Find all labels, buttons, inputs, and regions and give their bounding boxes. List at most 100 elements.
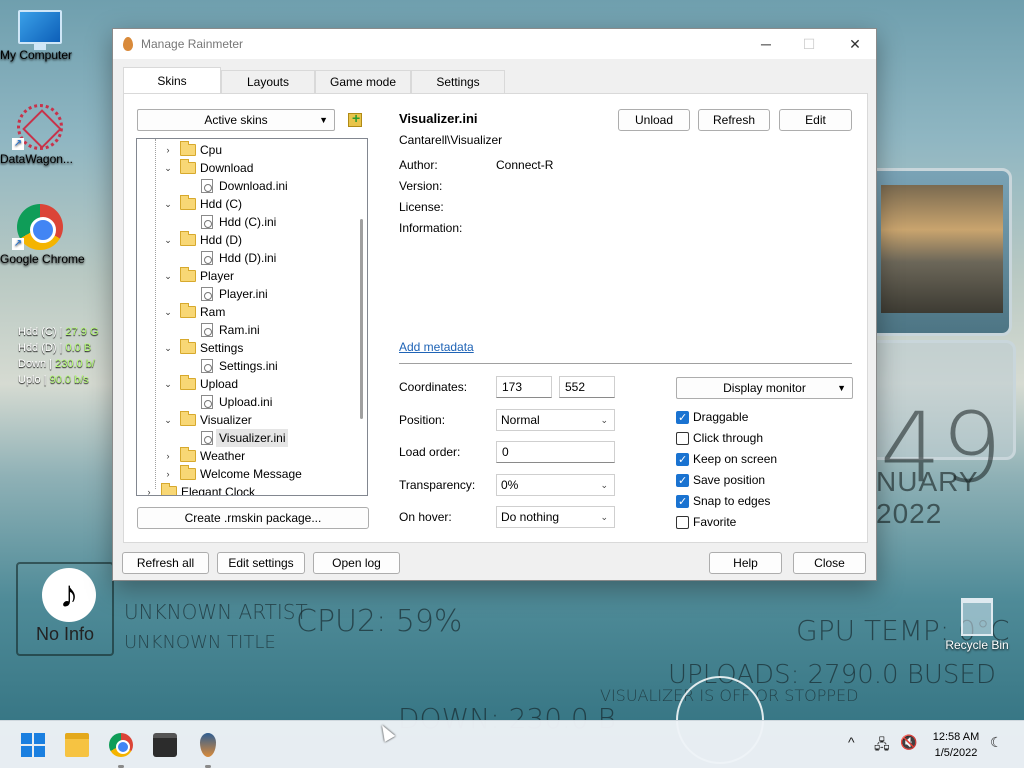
file-explorer-icon[interactable] — [65, 733, 89, 757]
chevron-down-icon[interactable]: ⌄ — [162, 375, 174, 393]
tree-folder[interactable]: › Elegant Clock — [137, 483, 355, 495]
network-icon[interactable]: 🖧 — [874, 734, 890, 758]
desktop-icon-datawagon[interactable]: ↗ DataWagon... — [0, 104, 80, 166]
start-icon[interactable] — [21, 733, 45, 757]
chevron-right-icon[interactable]: › — [162, 141, 174, 159]
tree-file[interactable]: Hdd (C).ini — [137, 213, 355, 231]
folder-icon — [180, 159, 196, 174]
close-window-button[interactable]: ✕ — [832, 29, 878, 59]
tree-folder[interactable]: › Welcome Message — [137, 465, 355, 483]
tree-folder[interactable]: ⌄ Visualizer — [137, 411, 355, 429]
checkbox-checked-icon[interactable] — [676, 494, 689, 510]
add-metadata-link[interactable]: Add metadata — [399, 340, 474, 354]
desktop-icon-chrome[interactable]: ↗ Google Chrome — [0, 204, 85, 266]
create-rmskin-package-button[interactable]: Create .rmskin package... — [137, 507, 369, 529]
checkbox-unchecked-icon[interactable] — [676, 516, 689, 529]
store-icon[interactable] — [153, 733, 177, 757]
open-log-button[interactable]: Open log — [313, 552, 400, 574]
unload-button[interactable]: Unload — [618, 109, 690, 131]
desktop-icon-label: DataWagon... — [0, 152, 73, 166]
focus-assist-moon-icon[interactable]: ☾ — [990, 734, 1003, 751]
taskbar-clock[interactable]: 12:58 AM 1/5/2022 — [924, 729, 988, 761]
tree-file[interactable]: Download.ini — [137, 177, 355, 195]
checkbox-label: Save position — [693, 473, 766, 487]
rainmeter-icon[interactable] — [200, 733, 216, 757]
chevron-down-icon[interactable]: ⌄ — [162, 339, 174, 357]
close-button[interactable]: Close — [793, 552, 866, 574]
refresh-all-button[interactable]: Refresh all — [122, 552, 209, 574]
tree-file[interactable]: Visualizer.ini — [137, 429, 355, 447]
checkbox-label: Click through — [693, 431, 764, 445]
tree-item-label: Hdd (C).ini — [219, 215, 277, 229]
chevron-right-icon[interactable]: › — [162, 465, 174, 483]
tree-scrollbar[interactable] — [355, 139, 367, 495]
volume-muted-icon[interactable]: 🔇 — [900, 734, 917, 751]
display-monitor-dropdown[interactable]: Display monitor ▼ — [676, 377, 853, 399]
chevron-right-icon[interactable]: › — [143, 483, 155, 495]
show-hidden-icons-chevron-icon[interactable]: ^ — [848, 734, 855, 750]
tree-folder[interactable]: ⌄ Player — [137, 267, 355, 285]
chrome-icon[interactable] — [109, 733, 133, 757]
checkbox-checked-icon[interactable] — [676, 452, 689, 468]
information-label: Information: — [399, 221, 463, 235]
stat-hdd-d: Hdd (D) | 0.0 B — [18, 342, 92, 354]
tab-settings[interactable]: Settings — [411, 70, 505, 93]
tab-layouts[interactable]: Layouts — [221, 70, 315, 93]
folder-icon — [180, 339, 196, 354]
tree-folder[interactable]: ⌄ Download — [137, 159, 355, 177]
chevron-down-icon[interactable]: ⌄ — [162, 231, 174, 249]
tab-skins[interactable]: Skins — [123, 67, 221, 94]
skins-tree[interactable]: › Elegant Clock › Welcome Message › Weather Vi… — [136, 138, 368, 496]
edit-button[interactable]: Edit — [779, 109, 852, 131]
transparency-dropdown[interactable]: 0% ⌄ — [496, 474, 615, 496]
folder-icon — [180, 231, 196, 246]
refresh-button[interactable]: Refresh — [698, 109, 770, 131]
music-player-widget[interactable]: ♪ No Info — [16, 562, 114, 656]
chevron-down-icon[interactable]: ⌄ — [162, 267, 174, 285]
tree-folder[interactable]: › Weather — [137, 447, 355, 465]
tree-folder[interactable]: ⌄ Upload — [137, 375, 355, 393]
position-dropdown[interactable]: Normal ⌄ — [496, 409, 615, 431]
coordinate-x-field[interactable]: 173 — [496, 376, 552, 398]
chevron-down-icon[interactable]: ⌄ — [162, 411, 174, 429]
checkbox-unchecked-icon[interactable] — [676, 432, 689, 445]
on-hover-label: On hover: — [399, 510, 452, 524]
checkbox-checked-icon[interactable] — [676, 473, 689, 489]
version-label: Version: — [399, 179, 443, 193]
stat-hdd-c: Hdd (C) | 27.9 G — [18, 326, 99, 338]
help-button[interactable]: Help — [709, 552, 782, 574]
system-stats-widget: Hdd (C) | 27.9 G Hdd (D) | 0.0 B Down | … — [18, 324, 99, 388]
active-skins-dropdown[interactable]: Active skins ▼ — [137, 109, 335, 131]
tree-file[interactable]: Hdd (D).ini — [137, 249, 355, 267]
chevron-right-icon[interactable]: › — [162, 447, 174, 465]
tree-file[interactable]: Upload.ini — [137, 393, 355, 411]
tab-game-mode[interactable]: Game mode — [315, 70, 411, 93]
tree-file[interactable]: Ram.ini — [137, 321, 355, 339]
scrollbar-thumb[interactable] — [360, 219, 363, 419]
folder-icon — [180, 375, 196, 390]
chevron-down-icon[interactable]: ⌄ — [162, 303, 174, 321]
chevron-down-icon[interactable]: ⌄ — [162, 159, 174, 177]
minimize-button[interactable]: ─ — [743, 29, 789, 59]
tree-folder[interactable]: ⌄ Ram — [137, 303, 355, 321]
tree-folder[interactable]: › Cpu — [137, 141, 355, 159]
add-skin-icon[interactable]: + — [348, 110, 362, 127]
skin-file-icon — [201, 323, 213, 337]
on-hover-dropdown[interactable]: Do nothing ⌄ — [496, 506, 615, 528]
title-bar[interactable]: Manage Rainmeter ─ ☐ ✕ — [113, 29, 876, 59]
tree-file[interactable]: Settings.ini — [137, 357, 355, 375]
edit-settings-button[interactable]: Edit settings — [217, 552, 305, 574]
music-artist: UNKNOWN ARTIST — [124, 600, 308, 624]
chevron-down-icon[interactable]: ⌄ — [162, 195, 174, 213]
tree-folder[interactable]: ⌄ Hdd (C) — [137, 195, 355, 213]
desktop-icon-my-computer[interactable]: My Computer — [0, 10, 80, 62]
checkbox-checked-icon[interactable] — [676, 410, 689, 426]
load-order-field[interactable]: 0 — [496, 441, 615, 463]
tree-file[interactable]: Player.ini — [137, 285, 355, 303]
tree-folder[interactable]: ⌄ Settings — [137, 339, 355, 357]
desktop-icon-recycle-bin[interactable]: Recycle Bin — [944, 598, 1010, 652]
tree-folder[interactable]: ⌄ Hdd (D) — [137, 231, 355, 249]
chevron-down-icon: ▼ — [319, 115, 328, 125]
coordinate-y-field[interactable]: 552 — [559, 376, 615, 398]
recycle-bin-icon — [961, 598, 993, 636]
